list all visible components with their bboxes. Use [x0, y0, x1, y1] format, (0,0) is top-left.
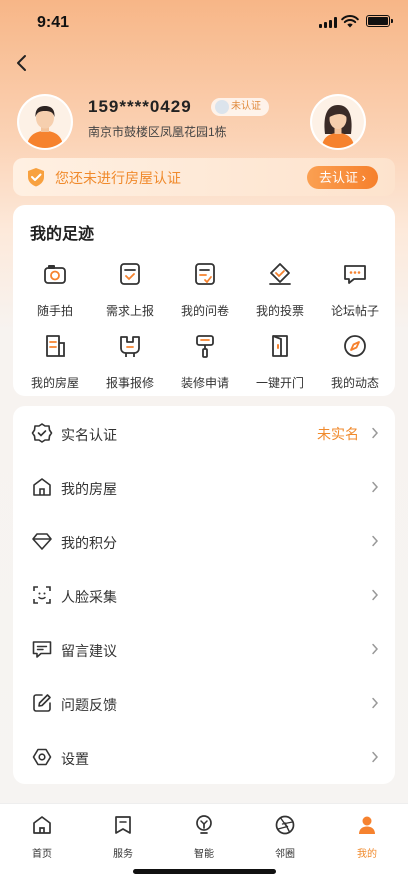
user-address: 南京市鼓楼区凤凰花园1栋: [88, 125, 227, 139]
chevron-right-icon: [372, 427, 379, 439]
go-verify-button[interactable]: 去认证 ›: [307, 166, 378, 189]
chevron-right-icon: [372, 697, 379, 709]
footprint-label: 一键开门: [255, 376, 304, 390]
neighbor-circle-icon: [275, 815, 295, 835]
house-verify-text: 您还未进行房屋认证: [55, 170, 181, 186]
tab-label: 智能: [194, 849, 214, 860]
tab-label: 服务: [113, 849, 133, 860]
shield-check-icon: [28, 168, 44, 187]
paint-brush-icon: [196, 335, 214, 358]
questionnaire-icon: [195, 263, 215, 285]
profile-icon: [359, 816, 375, 834]
tab-service[interactable]: 服务: [93, 814, 153, 860]
menu-item-real-name-verify[interactable]: 实名认证 未实名: [13, 406, 395, 460]
menu-item-label: 实名认证: [61, 427, 117, 443]
camera-icon: [44, 265, 66, 284]
home-indicator: [133, 869, 276, 874]
tab-neighbor-circle[interactable]: 邻圈: [255, 814, 315, 860]
footprint-item-forum[interactable]: 论坛帖子: [317, 261, 393, 319]
tab-label: 首页: [32, 849, 52, 860]
battery-icon: [366, 15, 393, 27]
cellular-signal-icon: [319, 17, 337, 28]
repair-icon: [120, 336, 140, 357]
tab-label: 邻圈: [275, 849, 295, 860]
tab-home[interactable]: 首页: [12, 814, 72, 860]
report-check-icon: [120, 263, 140, 285]
menu-item-label: 人脸采集: [61, 589, 117, 605]
diamond-icon: [32, 533, 52, 550]
service-icon: [115, 816, 131, 834]
wifi-icon: [341, 15, 359, 28]
home-icon: [33, 816, 51, 834]
footprint-item-open-door[interactable]: 一键开门: [242, 333, 318, 391]
settings-menu-card: 实名认证 未实名 我的房屋 我的积分 人脸采集 留言建议 问题反馈 设置: [13, 406, 395, 784]
menu-item-label: 设置: [61, 751, 89, 767]
family-avatar[interactable]: [310, 94, 366, 150]
face-scan-icon: [33, 586, 51, 604]
real-name-status: 未实名: [317, 426, 359, 442]
menu-item-my-points[interactable]: 我的积分: [13, 514, 395, 568]
chevron-right-icon: [372, 643, 379, 655]
edit-icon: [33, 694, 51, 712]
footprint-item-vote[interactable]: 我的投票: [242, 261, 318, 319]
user-phone: 159****0429: [88, 97, 192, 116]
menu-item-feedback[interactable]: 问题反馈: [13, 676, 395, 730]
user-avatar[interactable]: [17, 94, 73, 150]
footprint-label: 我的动态: [330, 376, 379, 390]
menu-item-label: 问题反馈: [61, 697, 117, 713]
menu-item-label: 我的积分: [61, 535, 117, 551]
footprint-label: 装修申请: [180, 376, 229, 390]
verified-badge-icon: [31, 423, 53, 443]
house-icon: [33, 478, 51, 496]
menu-item-label: 我的房屋: [61, 481, 117, 497]
chevron-right-icon: [372, 535, 379, 547]
footprint-item-my-house[interactable]: 我的房屋: [17, 333, 93, 391]
footprint-card: 我的足迹 随手拍 需求上报 我的问卷 我的投票 论坛帖子 我的房屋 报事报修 装…: [13, 205, 395, 396]
tab-smart[interactable]: 智能: [174, 814, 234, 860]
footprint-item-questionnaire[interactable]: 我的问卷: [167, 261, 243, 319]
settings-icon: [32, 748, 52, 766]
status-bar: 9:41: [0, 0, 408, 46]
back-arrow-icon[interactable]: [11, 52, 33, 74]
footprint-item-repair[interactable]: 报事报修: [92, 333, 168, 391]
footprint-item-snapshot[interactable]: 随手拍: [17, 261, 93, 319]
verify-status-label: 未认证: [231, 101, 261, 112]
tab-label: 我的: [357, 849, 377, 860]
door-icon: [272, 335, 288, 357]
footprint-item-renovation[interactable]: 装修申请: [167, 333, 243, 391]
footprint-label: 随手拍: [36, 304, 73, 318]
cloud-icon: [215, 100, 229, 114]
footprint-item-demand-report[interactable]: 需求上报: [92, 261, 168, 319]
footprint-label: 我的房屋: [30, 376, 79, 390]
house-doc-icon: [46, 335, 65, 357]
chevron-right-icon: [372, 589, 379, 601]
chevron-right-icon: [372, 481, 379, 493]
footprint-label: 需求上报: [105, 304, 154, 318]
chat-bubble-icon: [344, 265, 366, 284]
compass-icon: [344, 335, 366, 357]
footprint-label: 我的投票: [255, 304, 304, 318]
house-verify-banner: 您还未进行房屋认证 去认证 ›: [13, 158, 395, 196]
footprint-label: 我的问卷: [180, 304, 229, 318]
tab-mine[interactable]: 我的: [337, 814, 397, 860]
status-time: 9:41: [37, 14, 70, 31]
menu-item-settings[interactable]: 设置: [13, 730, 395, 784]
message-icon: [32, 641, 52, 658]
smart-icon: [196, 815, 212, 834]
footprint-title: 我的足迹: [30, 226, 95, 243]
footprint-label: 报事报修: [105, 376, 154, 390]
menu-item-label: 留言建议: [61, 643, 117, 659]
menu-item-my-house[interactable]: 我的房屋: [13, 460, 395, 514]
footprint-item-activity[interactable]: 我的动态: [317, 333, 393, 391]
menu-item-face-capture[interactable]: 人脸采集: [13, 568, 395, 622]
menu-item-suggestion[interactable]: 留言建议: [13, 622, 395, 676]
verify-status-badge[interactable]: 未认证: [211, 98, 269, 116]
vote-icon: [269, 263, 291, 285]
footprint-label: 论坛帖子: [330, 304, 379, 318]
chevron-right-icon: [372, 751, 379, 763]
